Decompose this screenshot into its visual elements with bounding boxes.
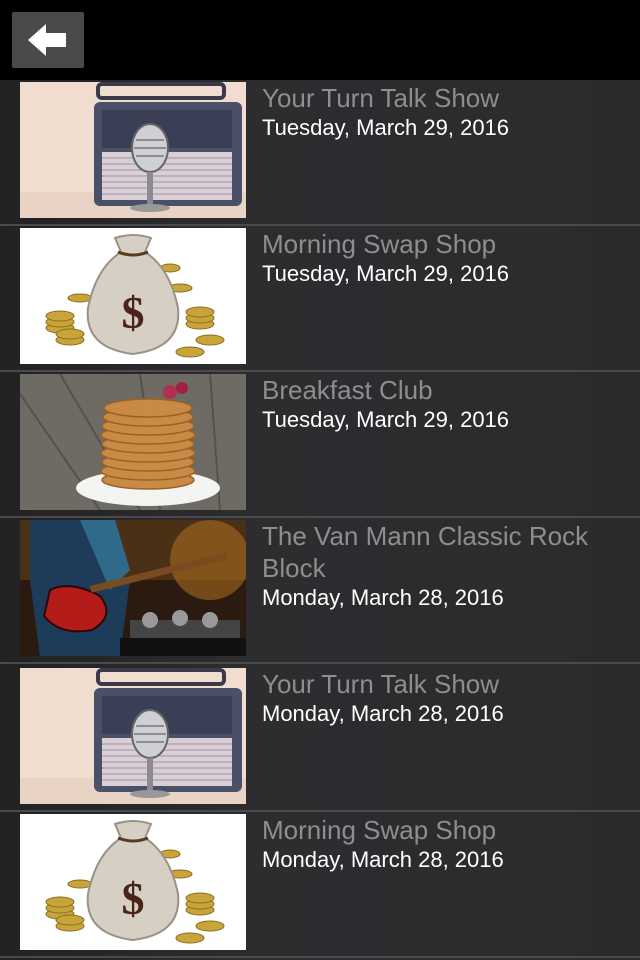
list-item[interactable]: $ Morning Swap Shop Tuesday, March 29, 2… <box>0 226 640 372</box>
back-arrow-icon <box>28 24 66 56</box>
thumbnail-pancakes <box>20 374 246 510</box>
item-title: Breakfast Club <box>262 375 433 405</box>
thumbnail-radio-microphone <box>20 82 246 218</box>
list-item[interactable]: The Van Mann Classic Rock Block Monday, … <box>0 518 640 664</box>
program-list: Your Turn Talk Show Tuesday, March 29, 2… <box>0 80 640 960</box>
svg-text:$: $ <box>122 287 145 338</box>
item-title: Your Turn Talk Show <box>262 669 500 699</box>
list-item[interactable]: Breakfast Club Tuesday, March 29, 2016 <box>0 372 640 518</box>
thumbnail-radio-microphone <box>20 668 246 804</box>
item-date: Tuesday, March 29, 2016 <box>262 407 510 432</box>
item-date: Monday, March 28, 2016 <box>262 847 504 872</box>
back-button[interactable] <box>12 12 84 68</box>
item-date: Monday, March 28, 2016 <box>262 701 504 726</box>
item-date: Tuesday, March 29, 2016 <box>262 261 510 286</box>
top-bar <box>0 0 640 80</box>
list-item[interactable]: $ Morning Swap Shop Monday, March 28, 20… <box>0 812 640 958</box>
item-title: Morning Swap Shop <box>262 229 497 259</box>
item-title: Morning Swap Shop <box>262 815 497 845</box>
list-item[interactable]: Your Turn Talk Show Tuesday, March 29, 2… <box>0 80 640 226</box>
svg-text:$: $ <box>122 873 145 924</box>
item-date: Monday, March 28, 2016 <box>262 585 504 610</box>
list-item[interactable]: Your Turn Talk Show Monday, March 28, 20… <box>0 666 640 812</box>
thumbnail-money-bag: $ <box>20 228 246 364</box>
thumbnail-money-bag: $ <box>20 814 246 950</box>
item-date: Tuesday, March 29, 2016 <box>262 115 510 140</box>
item-title: Your Turn Talk Show <box>262 83 500 113</box>
item-title: The Van Mann Classic Rock Block <box>262 521 589 583</box>
thumbnail-guitarist <box>20 520 246 656</box>
